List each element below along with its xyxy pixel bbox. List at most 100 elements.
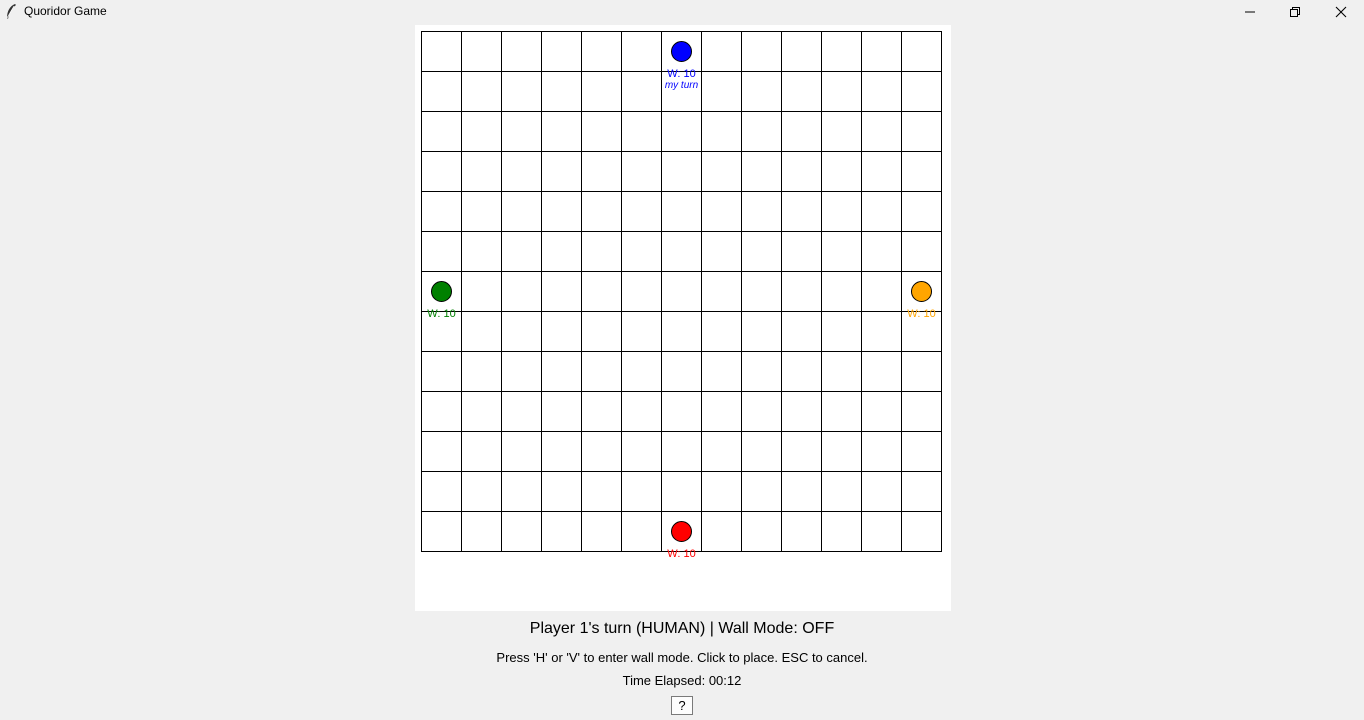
board-cell[interactable] xyxy=(821,391,862,432)
board-cell[interactable] xyxy=(621,31,662,72)
board-cell[interactable] xyxy=(781,71,822,112)
board-cell[interactable] xyxy=(541,511,582,552)
board-cell[interactable] xyxy=(501,271,542,312)
board-cell[interactable] xyxy=(861,71,902,112)
board-cell[interactable] xyxy=(541,391,582,432)
board-cell[interactable] xyxy=(901,431,942,472)
board-cell[interactable] xyxy=(501,431,542,472)
board-cell[interactable] xyxy=(501,191,542,232)
restore-button[interactable] xyxy=(1272,0,1318,24)
board-cell[interactable] xyxy=(621,471,662,512)
board-cell[interactable] xyxy=(581,31,622,72)
board-cell[interactable] xyxy=(741,231,782,272)
board-cell[interactable] xyxy=(781,191,822,232)
board-cell[interactable] xyxy=(821,431,862,472)
board-cell[interactable] xyxy=(661,111,702,152)
minimize-button[interactable] xyxy=(1227,0,1273,24)
board-cell[interactable] xyxy=(501,31,542,72)
board-cell[interactable] xyxy=(461,391,502,432)
board-cell[interactable] xyxy=(781,111,822,152)
board-cell[interactable] xyxy=(501,71,542,112)
board-cell[interactable] xyxy=(861,231,902,272)
board-cell[interactable] xyxy=(621,391,662,432)
board-cell[interactable] xyxy=(781,471,822,512)
board-cell[interactable] xyxy=(461,71,502,112)
board-cell[interactable] xyxy=(501,111,542,152)
board-cell[interactable] xyxy=(861,511,902,552)
board-cell[interactable] xyxy=(421,511,462,552)
board-cell[interactable] xyxy=(461,151,502,192)
board-cell[interactable] xyxy=(701,391,742,432)
board-cell[interactable] xyxy=(501,471,542,512)
board-cell[interactable] xyxy=(661,191,702,232)
board-cell[interactable] xyxy=(461,511,502,552)
board-cell[interactable] xyxy=(701,431,742,472)
board-cell[interactable] xyxy=(541,311,582,352)
board-cell[interactable] xyxy=(581,191,622,232)
board-cell[interactable] xyxy=(861,471,902,512)
board-cell[interactable] xyxy=(821,231,862,272)
board-cell[interactable] xyxy=(501,391,542,432)
board-cell[interactable] xyxy=(581,311,622,352)
board-cell[interactable] xyxy=(861,271,902,312)
board-cell[interactable] xyxy=(741,511,782,552)
board-cell[interactable] xyxy=(621,191,662,232)
board-cell[interactable] xyxy=(741,71,782,112)
board-cell[interactable] xyxy=(661,391,702,432)
board-cell[interactable] xyxy=(501,351,542,392)
board-cell[interactable] xyxy=(501,511,542,552)
board-cell[interactable] xyxy=(621,151,662,192)
board-cell[interactable] xyxy=(541,71,582,112)
board-cell[interactable] xyxy=(901,511,942,552)
board-cell[interactable] xyxy=(741,431,782,472)
board-cell[interactable] xyxy=(581,351,622,392)
board-cell[interactable] xyxy=(781,311,822,352)
board-cell[interactable] xyxy=(901,471,942,512)
board-cell[interactable] xyxy=(901,351,942,392)
board-cell[interactable] xyxy=(661,471,702,512)
board-cell[interactable] xyxy=(701,271,742,312)
board-cell[interactable] xyxy=(621,311,662,352)
board-cell[interactable] xyxy=(741,271,782,312)
board-cell[interactable] xyxy=(581,471,622,512)
board-cell[interactable] xyxy=(541,471,582,512)
board-cell[interactable] xyxy=(901,191,942,232)
board-cell[interactable] xyxy=(501,311,542,352)
board-cell[interactable] xyxy=(741,351,782,392)
board-cell[interactable] xyxy=(741,151,782,192)
board-cell[interactable] xyxy=(901,391,942,432)
board-cell[interactable] xyxy=(541,431,582,472)
board-cell[interactable] xyxy=(781,431,822,472)
board-cell[interactable] xyxy=(701,471,742,512)
board-cell[interactable] xyxy=(541,271,582,312)
board-cell[interactable] xyxy=(741,391,782,432)
board-cell[interactable] xyxy=(541,351,582,392)
board-cell[interactable] xyxy=(861,111,902,152)
board-cell[interactable] xyxy=(421,71,462,112)
board-cell[interactable] xyxy=(781,511,822,552)
board-cell[interactable] xyxy=(661,431,702,472)
board-cell[interactable] xyxy=(741,111,782,152)
board-cell[interactable] xyxy=(581,271,622,312)
green-pawn[interactable] xyxy=(431,281,452,302)
board-cell[interactable] xyxy=(461,351,502,392)
board-cell[interactable] xyxy=(861,431,902,472)
board-cell[interactable] xyxy=(741,31,782,72)
board-cell[interactable] xyxy=(421,431,462,472)
board-cell[interactable] xyxy=(821,151,862,192)
board-cell[interactable] xyxy=(421,151,462,192)
close-button[interactable] xyxy=(1318,0,1364,24)
board-cell[interactable] xyxy=(901,71,942,112)
board-cell[interactable] xyxy=(741,311,782,352)
board-cell[interactable] xyxy=(581,231,622,272)
board-cell[interactable] xyxy=(661,271,702,312)
board-cell[interactable] xyxy=(661,231,702,272)
board-cell[interactable] xyxy=(581,111,622,152)
board-cell[interactable] xyxy=(541,111,582,152)
board-cell[interactable] xyxy=(541,31,582,72)
board-cell[interactable] xyxy=(781,151,822,192)
game-board-panel[interactable]: W: 10 my turn W: 10 W: 10 W: 10 xyxy=(415,25,951,611)
board-cell[interactable] xyxy=(621,431,662,472)
board-cell[interactable] xyxy=(701,311,742,352)
board-cell[interactable] xyxy=(861,391,902,432)
